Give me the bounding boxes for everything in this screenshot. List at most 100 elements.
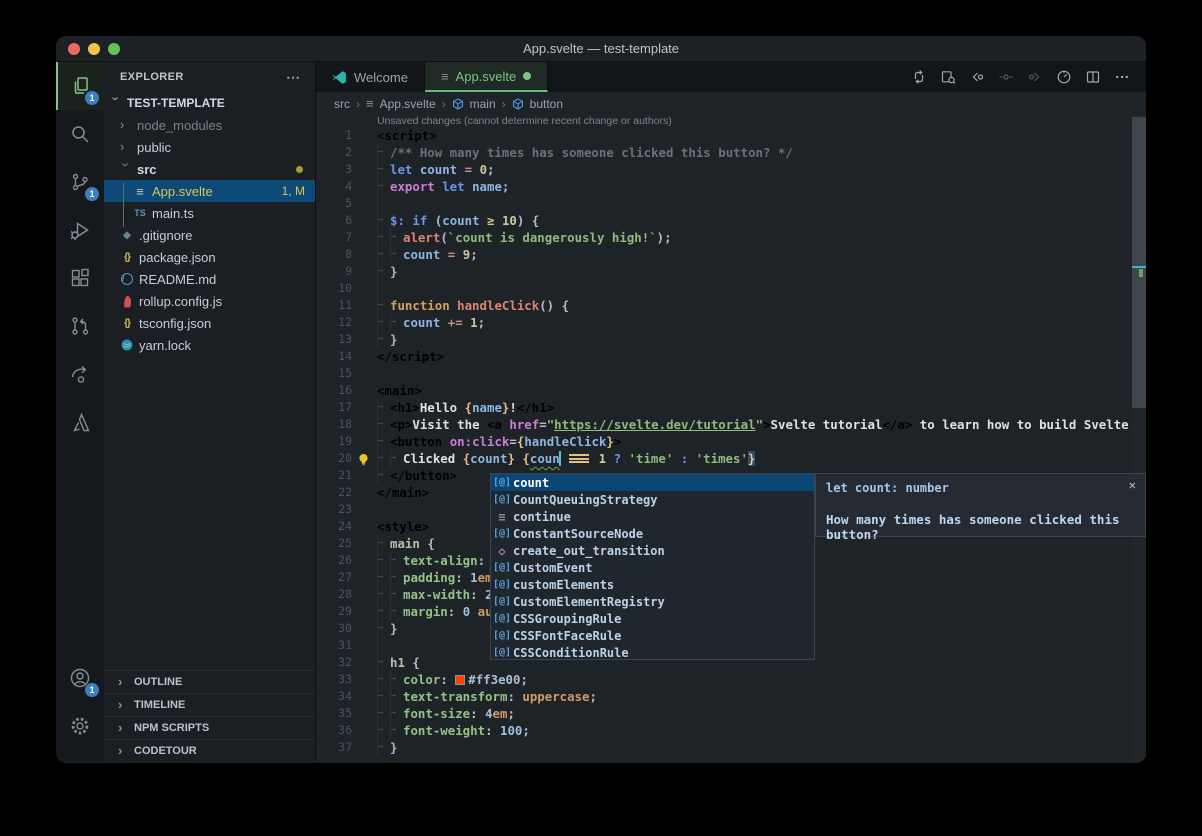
code-line-20[interactable]: 20→→Clicked {count} {coun 1 ? 'time' : '… (316, 450, 1130, 467)
code-line-35[interactable]: 35→→font-size: 4em; (316, 705, 1130, 722)
section-outline[interactable]: ›OUTLINE (104, 670, 315, 693)
section-timeline[interactable]: ›TIMELINE (104, 693, 315, 716)
source-control-icon[interactable]: 1 (56, 158, 104, 206)
section-codetour[interactable]: ›CODETOUR (104, 739, 315, 762)
tree-item-rollup.config.js[interactable]: rollup.config.js (104, 290, 315, 312)
triple-equals-ligature (569, 454, 589, 463)
code-line-12[interactable]: 12→→count += 1; (316, 314, 1130, 331)
indent-guide: → (377, 739, 390, 756)
tree-item-public[interactable]: ›public (104, 136, 315, 158)
file-label: .gitignore (139, 228, 192, 243)
tree-item-src[interactable]: ›src (104, 158, 315, 180)
tree-item-App.svelte[interactable]: ≡App.svelte1, M (104, 180, 315, 202)
lightbulb-icon[interactable] (356, 452, 371, 468)
next-change-icon[interactable] (1027, 69, 1043, 85)
color-swatch[interactable] (455, 675, 465, 685)
code-line-34[interactable]: 34→→text-transform: uppercase; (316, 688, 1130, 705)
suggest-details: let count: number How many times has som… (815, 473, 1146, 537)
code-line-8[interactable]: 8→→count = 9; (316, 246, 1130, 263)
file-label: tsconfig.json (139, 316, 211, 331)
tree-item-node_modules[interactable]: ›node_modules (104, 114, 315, 136)
suggest-item-CSSConditionRule[interactable]: [@]CSSConditionRule (491, 644, 814, 660)
tree-item-README.md[interactable]: iREADME.md (104, 268, 315, 290)
suggest-item-CustomElementRegistry[interactable]: [@]CustomElementRegistry (491, 593, 814, 610)
code-line-17[interactable]: 17→<h1>Hello {name}!</h1> (316, 399, 1130, 416)
suggest-item-create_out_transition[interactable]: ◇create_out_transition (491, 542, 814, 559)
breadcrumb-file[interactable]: App.svelte (380, 97, 436, 111)
tab-app-svelte[interactable]: ≡ App.svelte (425, 62, 548, 92)
editor-scrollbar[interactable] (1132, 115, 1146, 762)
zoom-button[interactable] (108, 43, 120, 55)
code-line-18[interactable]: 18→<p>Visit the <a href="https://svelte.… (316, 416, 1130, 433)
suggest-item-CountQueuingStrategy[interactable]: [@]CountQueuingStrategy (491, 491, 814, 508)
current-change-icon[interactable] (998, 69, 1014, 85)
code-line-9[interactable]: 9→} (316, 263, 1130, 280)
suggest-label: CountQueuingStrategy (513, 493, 658, 507)
run-debug-icon[interactable] (56, 206, 104, 254)
code-line-5[interactable]: 5 (316, 195, 1130, 212)
scrollbar-thumb[interactable] (1132, 117, 1146, 408)
code-line-16[interactable]: 16<main> (316, 382, 1130, 399)
explorer-more-actions-icon[interactable]: ⋯ (286, 69, 301, 86)
tree-item-yarn.lock[interactable]: yarn.lock (104, 334, 315, 356)
suggest-item-ConstantSourceNode[interactable]: [@]ConstantSourceNode (491, 525, 814, 542)
search-icon[interactable] (56, 110, 104, 158)
line-number: 23 (316, 501, 352, 518)
tree-item-main.ts[interactable]: TSmain.ts (104, 202, 315, 224)
code-line-2[interactable]: 2→/** How many times has someone clicked… (316, 144, 1130, 161)
settings-gear-icon[interactable] (56, 702, 104, 750)
tab-welcome[interactable]: Welcome (316, 62, 425, 92)
accounts-icon[interactable]: 1 (56, 654, 104, 702)
close-button[interactable] (68, 43, 80, 55)
azure-icon[interactable] (56, 398, 104, 446)
code-line-15[interactable]: 15 (316, 365, 1130, 382)
minimize-button[interactable] (88, 43, 100, 55)
suggest-item-CSSFontFaceRule[interactable]: [@]CSSFontFaceRule (491, 627, 814, 644)
code-line-14[interactable]: 14</script> (316, 348, 1130, 365)
more-actions-icon[interactable] (1114, 69, 1130, 85)
breadcrumb-src[interactable]: src (334, 97, 350, 111)
code-line-10[interactable]: 10 (316, 280, 1130, 297)
tree-root[interactable]: › TEST-TEMPLATE (104, 92, 315, 114)
code-line-3[interactable]: 3→let count = 0; (316, 161, 1130, 178)
indent-guide: → (377, 569, 390, 586)
code-line-13[interactable]: 13→} (316, 331, 1130, 348)
explorer-icon[interactable]: 1 (56, 62, 104, 110)
code-line-36[interactable]: 36→→font-weight: 100; (316, 722, 1130, 739)
code-line-6[interactable]: 6→$: if (count ≥ 10) { (316, 212, 1130, 229)
code-line-37[interactable]: 37→} (316, 739, 1130, 756)
suggest-item-customElements[interactable]: [@]customElements (491, 576, 814, 593)
code-line-19[interactable]: 19→<button on:click={handleClick}> (316, 433, 1130, 450)
close-icon[interactable]: ✕ (1129, 478, 1136, 492)
tree-item-package.json[interactable]: {}package.json (104, 246, 315, 268)
code-editor[interactable]: Unsaved changes (cannot determine recent… (316, 115, 1146, 762)
line-number: 26 (316, 552, 352, 569)
suggest-item-count[interactable]: [@]count (491, 474, 814, 491)
symbol-variable-icon: [@] (491, 579, 513, 590)
tree-item-tsconfig.json[interactable]: {}tsconfig.json (104, 312, 315, 334)
live-share-icon[interactable] (56, 350, 104, 398)
section-npm-scripts[interactable]: ›NPM SCRIPTS (104, 716, 315, 739)
split-editor-icon[interactable] (1085, 69, 1101, 85)
tree-item-.gitignore[interactable]: ◆.gitignore (104, 224, 315, 246)
extensions-icon[interactable] (56, 254, 104, 302)
unsaved-dot-icon[interactable] (523, 72, 531, 80)
code-line-4[interactable]: 4→export let name; (316, 178, 1130, 195)
open-changes-icon[interactable] (911, 69, 927, 85)
code-line-7[interactable]: 7→→alert(`count is dangerously high!`); (316, 229, 1130, 246)
previous-change-icon[interactable] (969, 69, 985, 85)
code-line-11[interactable]: 11→function handleClick() { (316, 297, 1130, 314)
toggle-blame-icon[interactable] (1056, 69, 1072, 85)
open-preview-icon[interactable] (940, 69, 956, 85)
suggest-item-continue[interactable]: ≡continue (491, 508, 814, 525)
breadcrumb-main[interactable]: main (470, 97, 496, 111)
code-line-33[interactable]: 33→→color: #ff3e00; (316, 671, 1130, 688)
breadcrumb-button[interactable]: button (530, 97, 563, 111)
indent-guide: → (377, 705, 390, 722)
suggest-item-CSSGroupingRule[interactable]: [@]CSSGroupingRule (491, 610, 814, 627)
github-pull-requests-icon[interactable] (56, 302, 104, 350)
code-line-1[interactable]: 1<script> (316, 127, 1130, 144)
suggest-item-CustomEvent[interactable]: [@]CustomEvent (491, 559, 814, 576)
vscode-logo-icon (332, 70, 347, 85)
line-number: 20 (316, 450, 352, 467)
